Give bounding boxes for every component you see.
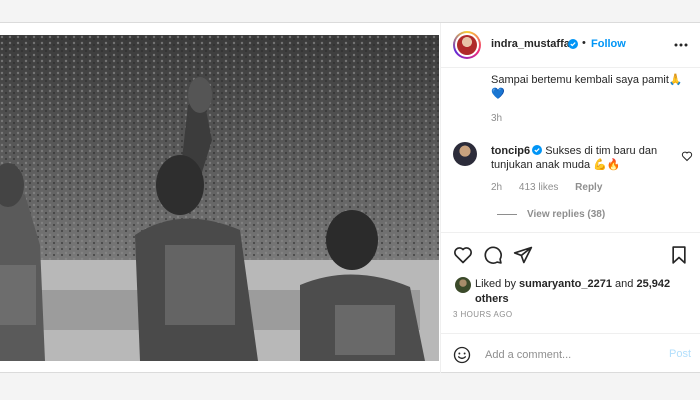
- likes-summary[interactable]: Liked by sumaryanto_2271 and 25,942 othe…: [475, 277, 690, 307]
- post-timestamp[interactable]: 3 HOURS AGO: [453, 310, 513, 319]
- comment: toncip6 Sukses di tim baru dan tunjukan …: [491, 144, 667, 172]
- post-photo[interactable]: [0, 35, 439, 361]
- add-comment-bar: Post: [441, 333, 700, 374]
- bookmark-icon[interactable]: [669, 245, 689, 265]
- likes-prefix: Liked by: [475, 278, 520, 290]
- author-avatar[interactable]: [453, 31, 481, 59]
- browser-top-strip: [0, 0, 700, 22]
- instagram-post: indra_mustaffa • Follow Sampai bertemu k…: [0, 22, 700, 374]
- caption-line: Sampai bertemu kembali saya pamit🙏: [491, 74, 683, 86]
- comment-timestamp[interactable]: 2h: [491, 182, 502, 193]
- share-icon[interactable]: [513, 245, 533, 265]
- caption-line: 💙: [491, 88, 505, 100]
- view-replies-button[interactable]: View replies (38): [497, 209, 605, 220]
- emoji-icon[interactable]: [453, 346, 471, 364]
- browser-bottom-strip: [0, 373, 700, 400]
- view-replies-line: [497, 213, 517, 215]
- verified-badge-icon: [568, 39, 578, 49]
- post-header: indra_mustaffa • Follow: [441, 23, 700, 68]
- action-bar: [441, 232, 700, 272]
- view-replies-label: View replies (38): [527, 209, 606, 220]
- comment-likes[interactable]: 413 likes: [519, 182, 558, 193]
- commenter-avatar[interactable]: [453, 142, 477, 166]
- reply-button[interactable]: Reply: [575, 182, 602, 193]
- comment-input[interactable]: [485, 346, 655, 364]
- post-side-panel: indra_mustaffa • Follow Sampai bertemu k…: [440, 23, 700, 374]
- comment-icon[interactable]: [483, 245, 503, 265]
- comment-like-heart-icon[interactable]: [681, 150, 693, 162]
- more-options-icon[interactable]: [673, 37, 689, 53]
- liker-avatar[interactable]: [455, 277, 471, 293]
- author-username[interactable]: indra_mustaffa: [491, 38, 570, 50]
- follow-button[interactable]: Follow: [591, 38, 626, 50]
- commenter-username[interactable]: toncip6: [491, 145, 530, 157]
- verified-badge-icon: [532, 145, 543, 155]
- header-separator: •: [582, 37, 586, 49]
- heart-icon[interactable]: [453, 245, 473, 265]
- comment-meta: 2h 413 likes Reply: [491, 182, 616, 193]
- liker-username[interactable]: sumaryanto_2271: [519, 278, 612, 290]
- post-photo-image: [0, 35, 439, 361]
- likes-middle: and: [611, 278, 637, 290]
- post-caption: Sampai bertemu kembali saya pamit🙏 💙: [491, 73, 691, 101]
- post-comment-button[interactable]: Post: [669, 348, 691, 360]
- caption-timestamp[interactable]: 3h: [491, 113, 502, 124]
